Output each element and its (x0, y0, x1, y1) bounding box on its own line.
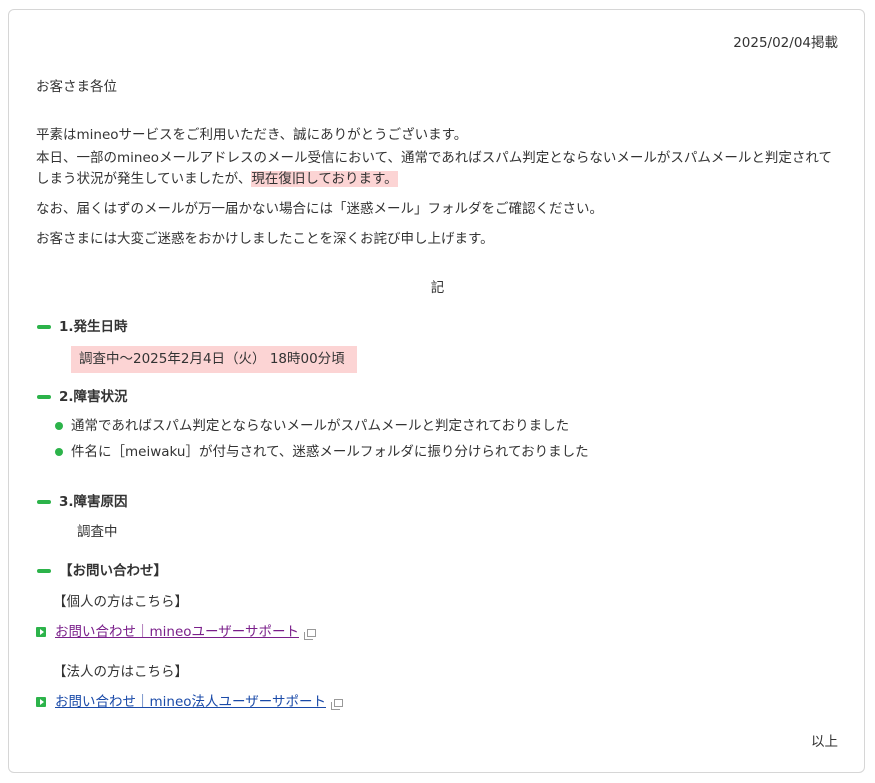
closing-text: 以上 (811, 734, 838, 750)
greeting: お客さま各位 (36, 79, 117, 95)
section-heading-cause: 3.障害原因 (37, 492, 128, 512)
bullet-dot-icon (55, 448, 63, 456)
link-arrow-icon (36, 627, 46, 637)
paragraph-2-text: しまう状況が発生していましたが、 (36, 171, 252, 187)
paragraph-4: お客さまには大変ご迷惑をおかけしましたことを深くお詫び申し上げます。 (36, 231, 494, 247)
cause-text: 調査中 (77, 524, 118, 540)
bullet-dot-icon (55, 422, 63, 430)
external-window-icon (303, 629, 316, 640)
section-heading-occurrence: 1.発生日時 (37, 317, 128, 337)
heading-bar-icon (37, 325, 51, 329)
corporate-support-link[interactable]: お問い合わせ｜mineo法人ユーザーサポート (55, 692, 326, 712)
list-item-text: 通常であればスパム判定とならないメールがスパムメールと判定されておりました (71, 418, 570, 434)
heading-bar-icon (37, 500, 51, 504)
section-title: 3.障害原因 (59, 494, 128, 510)
heading-bar-icon (37, 395, 51, 399)
list-item-text: 件名に［meiwaku］が付与されて、迷惑メールフォルダに振り分けられておりまし… (71, 444, 589, 460)
list-item: 通常であればスパム判定とならないメールがスパムメールと判定されておりました (55, 416, 569, 436)
external-window-icon (330, 699, 343, 710)
paragraph-1: 平素はmineoサービスをご利用いただき、誠にありがとうございます。 (36, 127, 468, 143)
corporate-link-row: お問い合わせ｜mineo法人ユーザーサポート (36, 692, 343, 712)
section-title: 2.障害状況 (59, 389, 128, 405)
paragraph-3: なお、届くはずのメールが万一届かない場合には「迷惑メール」フォルダをご確認くださ… (36, 201, 603, 217)
paragraph-2-line-1: 本日、一部のmineoメールアドレスのメール受信において、通常であればスパム判定… (36, 150, 832, 166)
ki-heading: 記 (430, 280, 445, 296)
section-heading-contact: 【お問い合わせ】 (37, 561, 167, 581)
list-item: 件名に［meiwaku］が付与されて、迷惑メールフォルダに振り分けられておりまし… (55, 442, 589, 462)
section-heading-status: 2.障害状況 (37, 387, 128, 407)
section-title: 【お問い合わせ】 (59, 563, 167, 579)
personal-link-row: お問い合わせ｜mineoユーザーサポート (36, 622, 316, 642)
corporate-label: 【法人の方はこちら】 (53, 664, 188, 680)
notice-card: 2025/02/04掲載 お客さま各位 平素はmineoサービスをご利用いただき… (8, 9, 865, 773)
post-date: 2025/02/04掲載 (733, 35, 838, 51)
personal-label: 【個人の方はこちら】 (53, 594, 188, 610)
section-title: 1.発生日時 (59, 319, 128, 335)
paragraph-2-line-2: しまう状況が発生していましたが、現在復旧しております。 (36, 169, 398, 189)
personal-support-link[interactable]: お問い合わせ｜mineoユーザーサポート (55, 622, 299, 642)
recovery-highlight: 現在復旧しております。 (251, 171, 398, 187)
heading-bar-icon (37, 569, 51, 573)
occurrence-datetime: 調査中～2025年2月4日（火） 18時00分頃 (71, 346, 357, 373)
link-arrow-icon (36, 697, 46, 707)
